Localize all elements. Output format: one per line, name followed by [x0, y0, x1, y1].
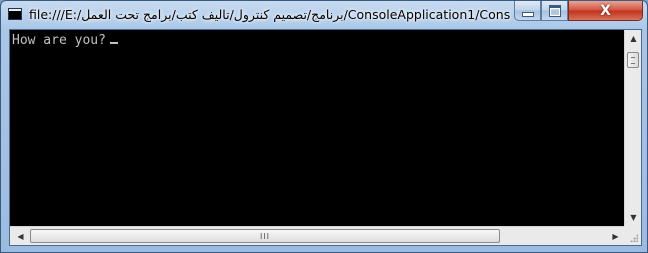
close-icon: X: [600, 2, 611, 19]
window-title: file:///E:/برنامج/تصميم كنترول/تاليف كتب…: [29, 7, 511, 22]
minimize-button[interactable]: [514, 1, 541, 21]
scroll-up-icon[interactable]: ▲: [625, 30, 642, 47]
console-output-text: How are you?: [12, 33, 106, 48]
scroll-right-icon[interactable]: ▶: [607, 228, 624, 245]
scroll-left-icon[interactable]: ◀: [12, 228, 29, 245]
caption-buttons: X: [514, 1, 643, 21]
maximize-icon: [548, 4, 561, 17]
thumb-grip-icon: III: [259, 231, 271, 241]
console-icon[interactable]: [8, 8, 22, 20]
close-button[interactable]: X: [568, 1, 643, 21]
console-window: file:///E:/برنامج/تصميم كنترول/تاليف كتب…: [0, 0, 648, 253]
resize-grip-icon[interactable]: [624, 226, 641, 245]
scroll-down-icon[interactable]: ▼: [625, 209, 642, 226]
horizontal-scrollbar[interactable]: ◀ III ▶: [10, 226, 624, 245]
console-client-area: How are you? ▲ ▼ ◀ III ▶: [9, 29, 642, 246]
minimize-icon: [521, 11, 534, 17]
maximize-button[interactable]: [541, 1, 568, 21]
text-cursor: [109, 42, 118, 44]
vertical-scrollbar[interactable]: ▲ ▼: [624, 30, 641, 226]
vertical-scroll-thumb[interactable]: [627, 52, 639, 68]
console-output[interactable]: How are you?: [10, 30, 622, 226]
horizontal-scroll-thumb[interactable]: III: [30, 229, 500, 243]
title-bar[interactable]: file:///E:/برنامج/تصميم كنترول/تاليف كتب…: [1, 1, 647, 29]
